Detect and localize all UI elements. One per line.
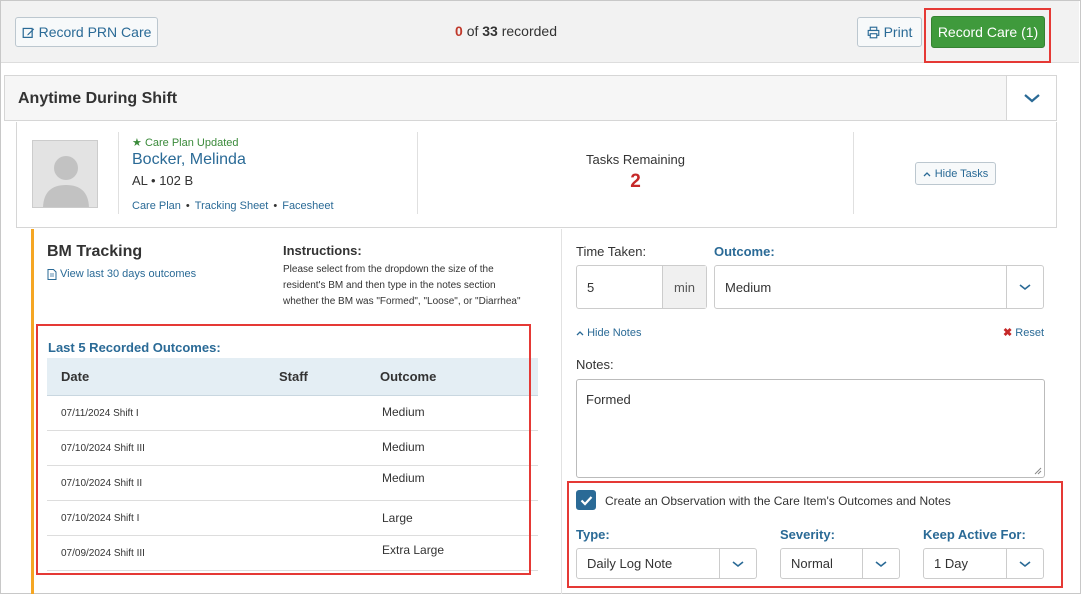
- chevron-down-icon: [862, 549, 899, 578]
- link-separator: •: [185, 200, 190, 212]
- row-outcome: Medium: [382, 471, 425, 485]
- row-outcome: Large: [382, 511, 413, 525]
- resident-links: Care Plan • Tracking Sheet • Facesheet: [132, 200, 418, 212]
- record-prn-care-label: Record PRN Care: [38, 24, 152, 40]
- keep-active-value: 1 Day: [934, 556, 968, 571]
- outcome-value: Medium: [725, 280, 772, 295]
- tasks-remaining-box: Tasks Remaining 2: [417, 132, 854, 214]
- checkmark-icon: [580, 495, 592, 506]
- edit-icon: [22, 27, 34, 38]
- recorded-total: 33: [482, 23, 498, 39]
- observation-label: Create an Observation with the Care Item…: [605, 494, 951, 508]
- resident-card: ★ Care Plan Updated Bocker, Melinda AL •…: [16, 122, 1057, 228]
- row-date: 07/10/2024 Shift II: [61, 478, 143, 489]
- facesheet-link[interactable]: Facesheet: [282, 200, 333, 212]
- resident-info: ★ Care Plan Updated Bocker, Melinda AL •…: [118, 132, 418, 214]
- record-prn-care-button[interactable]: Record PRN Care: [15, 17, 158, 47]
- tasks-remaining-label: Tasks Remaining: [586, 152, 685, 167]
- time-taken-value: 5: [587, 280, 595, 295]
- severity-select[interactable]: Normal: [780, 548, 900, 579]
- time-unit: min: [662, 266, 706, 308]
- row-date: 07/11/2024 Shift I: [61, 408, 139, 419]
- tracking-sheet-link[interactable]: Tracking Sheet: [195, 200, 269, 212]
- care-item-title: BM Tracking: [47, 243, 143, 260]
- keep-active-select[interactable]: 1 Day: [923, 548, 1044, 579]
- column-header-outcome: Outcome: [380, 369, 437, 384]
- column-header-staff: Staff: [279, 369, 308, 384]
- view-last-outcomes-label: View last 30 days outcomes: [60, 268, 197, 280]
- chevron-down-icon: [719, 549, 756, 578]
- recorded-status: 0 of 33 recorded: [455, 23, 557, 39]
- table-row: 07/11/2024 Shift I Medium: [47, 396, 538, 431]
- resize-handle-icon[interactable]: [1033, 466, 1042, 475]
- recorded-of: of: [466, 23, 479, 39]
- row-outcome: Medium: [382, 440, 425, 454]
- time-taken-input[interactable]: 5 min: [576, 265, 707, 309]
- type-label: Type:: [576, 527, 610, 542]
- table-row: 07/10/2024 Shift I Large: [47, 501, 538, 536]
- outcomes-table: Date Staff Outcome 07/11/2024 Shift I Me…: [47, 358, 538, 571]
- resident-name[interactable]: Bocker, Melinda: [132, 151, 418, 169]
- recorded-count: 0: [455, 23, 463, 39]
- avatar: [32, 140, 98, 208]
- resident-room: AL • 102 B: [132, 173, 194, 188]
- record-care-label: Record Care (1): [937, 24, 1039, 40]
- hide-tasks-label: Hide Tasks: [934, 167, 989, 180]
- panel-divider: [561, 229, 562, 594]
- recorded-suffix: recorded: [501, 23, 557, 39]
- chevron-down-icon: [1006, 266, 1043, 308]
- chevron-down-icon: [1006, 549, 1043, 578]
- hide-tasks-button[interactable]: Hide Tasks: [915, 162, 996, 185]
- outcomes-table-header: Date Staff Outcome: [47, 358, 538, 396]
- notes-value: Formed: [586, 392, 631, 407]
- notes-label: Notes:: [576, 357, 614, 372]
- column-header-date: Date: [61, 369, 90, 384]
- outcome-select[interactable]: Medium: [714, 265, 1044, 309]
- chevron-down-icon: [1023, 94, 1040, 103]
- type-value: Daily Log Note: [587, 556, 673, 571]
- instructions-text: Please select from the dropdown the size…: [283, 264, 521, 307]
- hide-notes-label: Hide Notes: [587, 327, 642, 339]
- star-icon: ★: [132, 137, 142, 149]
- chevron-up-icon: [923, 171, 931, 176]
- row-date: 07/09/2024 Shift III: [61, 548, 145, 559]
- notes-textarea[interactable]: Formed: [576, 379, 1045, 478]
- record-care-button[interactable]: Record Care (1): [931, 16, 1045, 48]
- close-icon: ✖: [1003, 327, 1013, 339]
- reset-label: Reset: [1015, 327, 1045, 339]
- table-row: 07/10/2024 Shift III Medium: [47, 431, 538, 466]
- hide-notes-link[interactable]: Hide Notes: [576, 327, 641, 339]
- table-row: 07/10/2024 Shift II Medium: [47, 466, 538, 501]
- collapse-section-button[interactable]: [1006, 76, 1056, 120]
- row-outcome: Medium: [382, 405, 425, 419]
- instructions-title: Instructions:: [283, 243, 362, 258]
- last-outcomes-title: Last 5 Recorded Outcomes:: [48, 340, 221, 355]
- print-button[interactable]: Print: [857, 17, 922, 47]
- table-row: 07/09/2024 Shift III Extra Large: [47, 536, 538, 571]
- person-placeholder-icon: [43, 156, 89, 207]
- observation-checkbox[interactable]: [576, 490, 596, 510]
- care-plan-link[interactable]: Care Plan: [132, 200, 181, 212]
- time-taken-label: Time Taken:: [576, 244, 647, 259]
- outcome-label: Outcome:: [714, 244, 775, 259]
- document-icon: [47, 268, 57, 280]
- row-outcome: Extra Large: [382, 543, 445, 557]
- row-date: 07/10/2024 Shift I: [61, 513, 140, 524]
- reset-link[interactable]: ✖ Reset: [1003, 326, 1044, 339]
- shift-section-header: Anytime During Shift: [4, 75, 1057, 121]
- care-plan-status-label: Care Plan Updated: [144, 137, 239, 149]
- print-label: Print: [883, 24, 913, 40]
- chevron-up-icon: [576, 331, 584, 336]
- type-select[interactable]: Daily Log Note: [576, 548, 757, 579]
- section-title: Anytime During Shift: [18, 90, 178, 107]
- keep-active-label: Keep Active For:: [923, 527, 1026, 542]
- view-last-outcomes-link[interactable]: View last 30 days outcomes: [47, 268, 196, 280]
- row-date: 07/10/2024 Shift III: [61, 443, 145, 454]
- link-separator: •: [273, 200, 278, 212]
- severity-label: Severity:: [780, 527, 835, 542]
- care-plan-status: ★ Care Plan Updated: [132, 136, 418, 149]
- printer-icon: [867, 26, 879, 38]
- tasks-remaining-count: 2: [630, 171, 641, 192]
- severity-value: Normal: [791, 556, 833, 571]
